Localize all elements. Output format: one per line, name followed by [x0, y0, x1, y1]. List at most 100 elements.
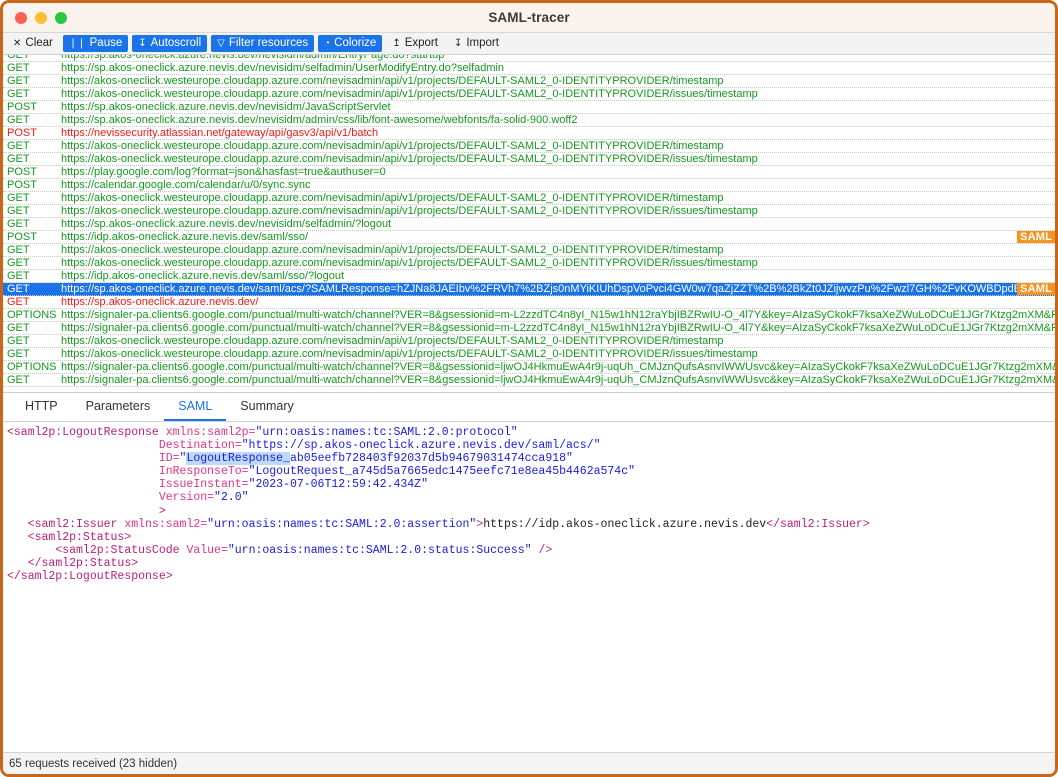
request-url: https://akos-oneclick.westeurope.cloudap…	[61, 335, 724, 347]
request-row[interactable]: GEThttps://sp.akos-oneclick.azure.nevis.…	[3, 283, 1055, 296]
clear-icon: ✕	[13, 37, 22, 49]
xml-token-txt: https://idp.akos-oneclick.azure.nevis.de…	[483, 517, 767, 531]
filter-resources-icon: ▽	[217, 37, 225, 49]
autoscroll-label: Autoscroll	[150, 37, 202, 49]
xml-token-val: "2.0"	[214, 491, 249, 505]
request-row[interactable]: GET https://idp.akos-oneclick.azure.nevis…	[3, 270, 1055, 283]
xml-token-tag: </saml2:Issuer>	[766, 517, 870, 531]
request-url: https://akos-oneclick.westeurope.cloudap…	[61, 153, 758, 165]
xml-token-val: "2023-07-06T12:59:42.434Z"	[248, 478, 428, 492]
xml-line: InResponseTo="LogoutRequest_a745d5a7665e…	[7, 465, 1055, 478]
request-row[interactable]: GET https://akos-oneclick.westeurope.clou…	[3, 348, 1055, 361]
request-row[interactable]: GET https://akos-oneclick.westeurope.clou…	[3, 140, 1055, 153]
request-url: https://signaler-pa.clients6.google.com/…	[61, 309, 1055, 321]
request-method: GET	[7, 244, 30, 256]
tab-parameters[interactable]: Parameters	[72, 393, 165, 421]
request-method: GET	[7, 140, 30, 152]
request-method: GET	[7, 88, 30, 100]
request-row[interactable]: POST https://idp.akos-oneclick.azure.nevi…	[3, 231, 1055, 244]
xml-line: <saml2:Issuer xmlns:saml2="urn:oasis:nam…	[7, 518, 1055, 531]
request-method: GET	[7, 283, 30, 295]
tab-http[interactable]: HTTP	[11, 393, 72, 421]
request-method: POST	[7, 231, 37, 243]
request-row[interactable]: POST https://sp.akos-oneclick.azure.nevis…	[3, 101, 1055, 114]
xml-token-val: "urn:oasis:names:tc:SAML:2.0:assertion"	[207, 517, 477, 531]
request-row[interactable]: GET https://akos-oneclick.westeurope.clou…	[3, 244, 1055, 257]
request-row[interactable]: GET https://akos-oneclick.westeurope.clou…	[3, 335, 1055, 348]
request-row[interactable]: POST https://calendar.google.com/calendar…	[3, 179, 1055, 192]
maximize-button-icon[interactable]	[55, 11, 67, 24]
xml-token-txt	[7, 439, 159, 452]
close-button-icon[interactable]	[15, 11, 27, 24]
tab-saml[interactable]: SAML	[164, 393, 227, 421]
xml-token-txt	[7, 491, 159, 504]
xml-token-txt	[7, 452, 159, 465]
xml-token-hl: LogoutResponse_	[186, 452, 290, 466]
xml-token-attr: InResponseTo=	[158, 465, 249, 479]
request-url: https://play.google.com/log?format=json&…	[61, 166, 386, 178]
request-url: https://idp.akos-oneclick.azure.nevis.de…	[61, 270, 345, 282]
request-method: GET	[7, 322, 30, 334]
xml-token-tag: <saml2p:StatusCode	[55, 543, 180, 557]
xml-token-attr: Version=	[158, 491, 215, 505]
xml-line: IssueInstant="2023-07-06T12:59:42.434Z"	[7, 478, 1055, 491]
xml-token-tag: </saml2p:Status>	[27, 556, 139, 570]
xml-token-attr: IssueInstant=	[158, 478, 249, 492]
request-row[interactable]: GET https://akos-oneclick.westeurope.clou…	[3, 205, 1055, 218]
request-method: GET	[7, 218, 30, 230]
autoscroll-button[interactable]: ↧ Autoscroll	[132, 35, 208, 52]
request-row[interactable]: GEThttps://sp.akos-oneclick.azure.nevis.…	[3, 218, 1055, 231]
request-method: OPTIONS	[7, 309, 57, 321]
request-url: https://akos-oneclick.westeurope.cloudap…	[61, 75, 724, 87]
request-row[interactable]: OPTIONS https://signaler-pa.clients6.goog…	[3, 309, 1055, 322]
xml-token-txt	[7, 518, 28, 531]
export-button[interactable]: ↥ Export	[386, 35, 444, 52]
saml-xml-viewer[interactable]: <saml2p:LogoutResponse xmlns:saml2p="urn…	[3, 422, 1055, 774]
request-row[interactable]: GET https://akos-oneclick.westeurope.clou…	[3, 192, 1055, 205]
xml-token-txt	[7, 478, 159, 491]
xml-token-tag: </saml2p:LogoutResponse>	[7, 570, 173, 584]
xml-token-txt	[7, 505, 159, 518]
request-row[interactable]: GET https://akos-oneclick.westeurope.clou…	[3, 88, 1055, 101]
request-row[interactable]: GEThttps://sp.akos-oneclick.azure.nevis.…	[3, 62, 1055, 75]
request-row[interactable]: GET https://sp.akos-oneclick.azure.nevis.…	[3, 296, 1055, 309]
request-row[interactable]: GEThttps://sp.akos-oneclick.azure.nevis.…	[3, 114, 1055, 127]
xml-line: <saml2p:Status>	[7, 531, 1055, 544]
request-row[interactable]: POST https://play.google.com/log?format=j…	[3, 166, 1055, 179]
filter-resources-button[interactable]: ▽ Filter resources	[211, 35, 315, 52]
xml-token-val: ab05eefb728403f92037d5b94679031474cca918…	[289, 452, 573, 466]
saml-badge: SAML	[1017, 231, 1055, 243]
request-method: GET	[7, 114, 30, 126]
xml-token-tag: <saml2p:Status>	[27, 530, 132, 544]
xml-token-tag: <saml2:Issuer	[27, 517, 118, 531]
colorize-button[interactable]: ◔ Colorize	[318, 35, 383, 52]
xml-line: Destination="https://sp.akos-oneclick.az…	[7, 439, 1055, 452]
request-row[interactable]: GET https://signaler-pa.clients6.google.c…	[3, 374, 1055, 387]
request-method: OPTIONS	[7, 361, 57, 373]
xml-line: </saml2p:LogoutResponse>	[7, 570, 1055, 583]
request-row[interactable]: GET https://akos-oneclick.westeurope.clou…	[3, 153, 1055, 166]
request-method: GET	[7, 257, 30, 269]
request-url: https://signaler-pa.clients6.google.com/…	[61, 361, 1055, 373]
request-row[interactable]: GET https://akos-oneclick.westeurope.clou…	[3, 75, 1055, 88]
tab-summary[interactable]: Summary	[226, 393, 307, 421]
xml-token-tag: />	[538, 543, 553, 557]
request-row[interactable]: POST https://nevissecurity.atlassian.net/…	[3, 127, 1055, 140]
request-method: GET	[7, 205, 30, 217]
request-row[interactable]: GET https://signaler-pa.clients6.google.c…	[3, 322, 1055, 335]
pause-button[interactable]: ❘❘ Pause	[62, 35, 129, 52]
clear-button[interactable]: ✕ Clear	[7, 35, 59, 52]
request-method: POST	[7, 179, 37, 191]
request-method: GET	[7, 335, 30, 347]
request-url: https://sp.akos-oneclick.azure.nevis.dev…	[61, 296, 259, 308]
request-method: GET	[7, 296, 30, 308]
import-button[interactable]: ↧ Import	[448, 35, 505, 52]
xml-line: ID="LogoutResponse_ab05eefb728403f92037d…	[7, 452, 1055, 466]
minimize-button-icon[interactable]	[35, 11, 47, 24]
request-method: POST	[7, 166, 37, 178]
request-row[interactable]: GET https://akos-oneclick.westeurope.clou…	[3, 257, 1055, 270]
request-row[interactable]: GEThttps://sp.akos-oneclick.azure.nevis.…	[3, 55, 1055, 62]
request-list[interactable]: GET https://sp.akos-oneclick.azure.nevis.…	[3, 55, 1055, 393]
xml-line: <saml2p:LogoutResponse xmlns:saml2p="urn…	[7, 426, 1055, 439]
request-row[interactable]: OPTIONS https://signaler-pa.clients6.goog…	[3, 361, 1055, 374]
